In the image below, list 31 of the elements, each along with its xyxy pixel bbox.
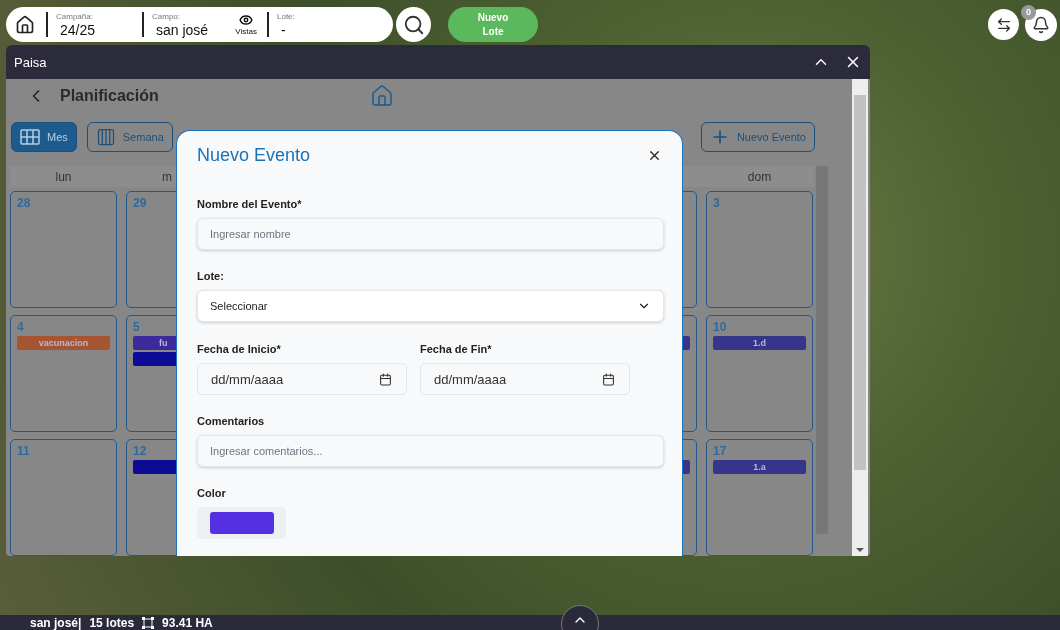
weekday-label: lun <box>54 169 73 184</box>
field-label: Comentarios <box>197 415 266 427</box>
weekday-label: dom <box>746 169 773 184</box>
day-number: 29 <box>133 196 147 210</box>
window-title: Paisa <box>14 54 48 70</box>
day-number: 3 <box>713 196 720 210</box>
weekday-label: m <box>161 169 173 184</box>
day-number: 5 <box>133 320 140 334</box>
day-number: 17 <box>713 444 727 458</box>
field-label: Color <box>197 487 227 499</box>
lot-count: 15 lotes <box>89 615 135 630</box>
field-label: Nombre del Evento* <box>197 198 303 210</box>
field-label: Fecha de Fin* <box>420 343 493 355</box>
field-name: san josé| <box>30 615 82 630</box>
area-total: 93.41 HA <box>162 615 213 630</box>
day-number: 11 <box>17 444 30 458</box>
field-label: Lote: <box>277 11 296 22</box>
page-title: Planificación <box>60 86 160 105</box>
field-label: Campaña: <box>56 11 94 22</box>
day-number: 28 <box>17 196 31 210</box>
day-number: 4 <box>17 320 24 334</box>
field-value: 24/25 <box>59 21 97 38</box>
field-label: Lote: <box>197 270 225 282</box>
field-label: Fecha de Inicio* <box>197 343 282 355</box>
field-value: - <box>280 21 287 38</box>
field-value: san josé <box>155 21 209 38</box>
field-label: Campo: <box>152 11 181 22</box>
day-number: 12 <box>133 444 147 458</box>
dialog-title: Nuevo Evento <box>197 145 311 166</box>
day-number: 10 <box>713 320 727 334</box>
notification-count: 0 <box>1021 4 1036 20</box>
